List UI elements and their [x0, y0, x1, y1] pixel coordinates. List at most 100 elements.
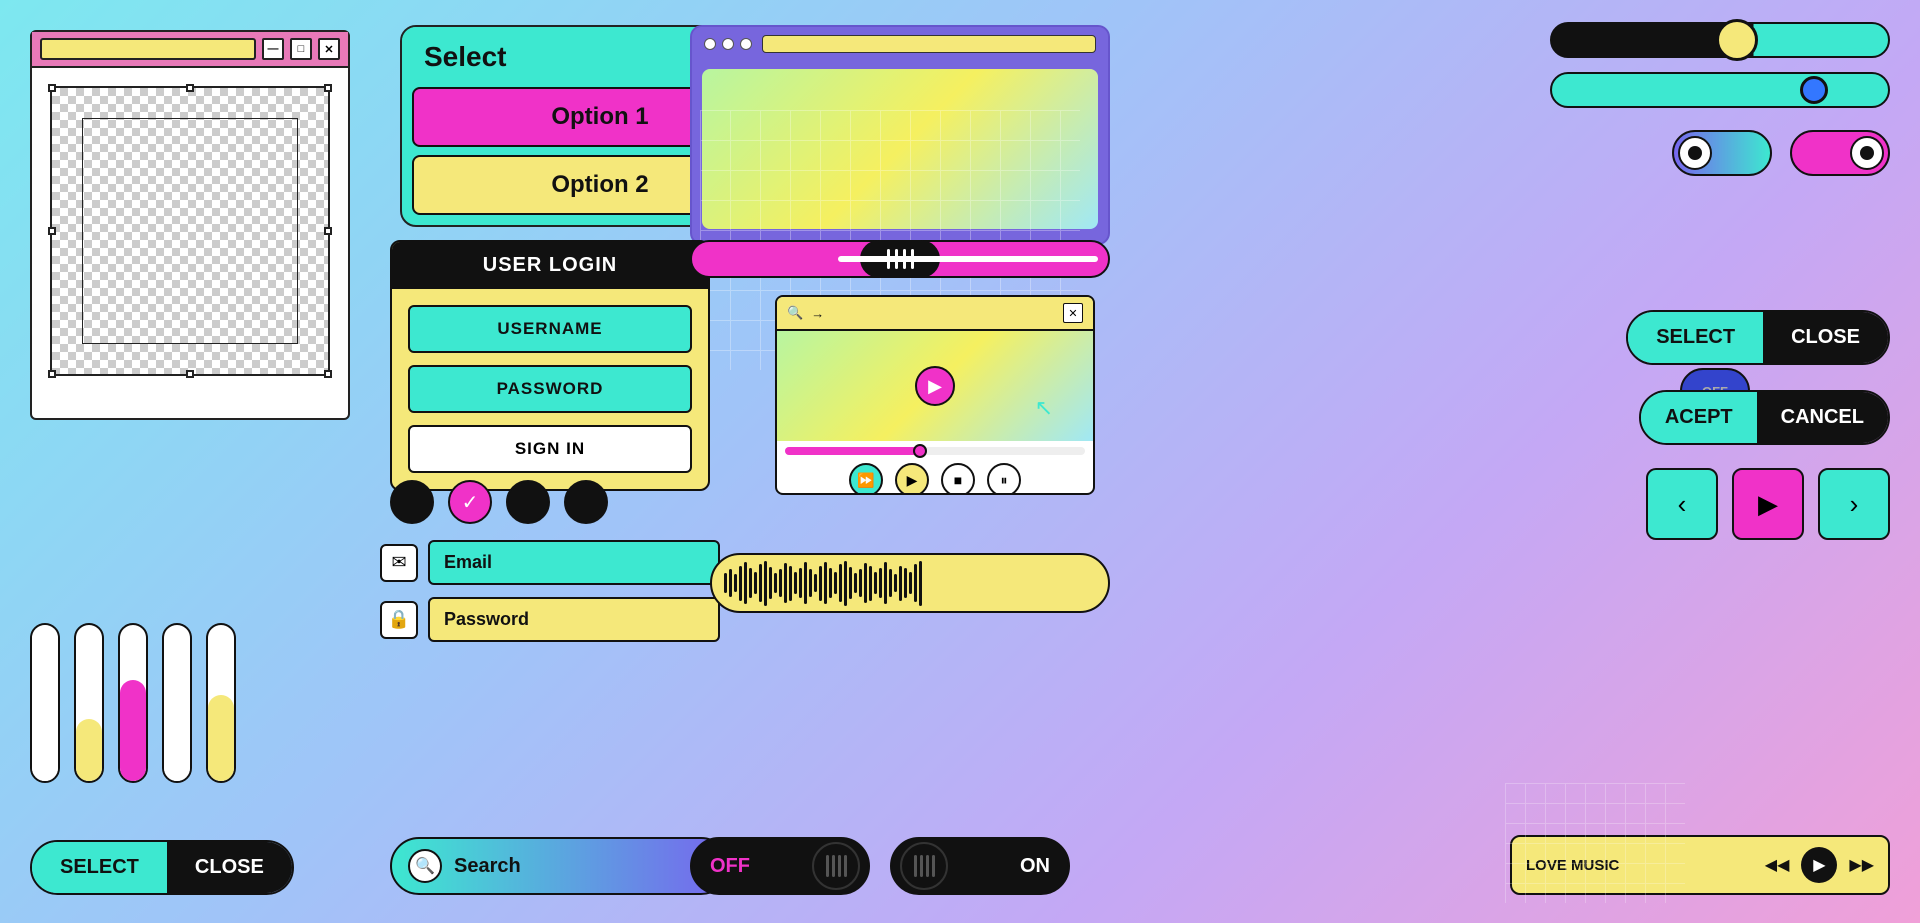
design-window-body [50, 86, 330, 376]
on-switch-label: ON [1020, 855, 1050, 878]
audio-waveform-bar [710, 553, 1110, 613]
handle-tr[interactable] [324, 84, 332, 92]
play-button[interactable]: ▶ [1732, 468, 1804, 540]
browser-urlbar[interactable] [762, 35, 1096, 53]
lock-icon: 🔒 [380, 601, 418, 639]
toggle-on[interactable] [1790, 130, 1890, 176]
tick [1847, 31, 1850, 49]
waveform [724, 561, 1096, 606]
rewind-button[interactable]: ◀◀ [1765, 855, 1790, 875]
on-switch-thumb [900, 842, 948, 890]
username-field[interactable]: USERNAME [408, 305, 692, 353]
toggle-dot [1860, 146, 1874, 160]
cancel-btn[interactable]: CANCEL [1757, 392, 1888, 443]
handle-tl[interactable] [48, 84, 56, 92]
dot-3[interactable] [506, 480, 550, 524]
video-progress-thumb[interactable] [913, 444, 927, 458]
skip-back-button[interactable]: ⏩ [849, 463, 883, 495]
dot-1[interactable] [390, 480, 434, 524]
handle-tc[interactable] [186, 84, 194, 92]
dot-2-active[interactable]: ✓ [448, 480, 492, 524]
tick [1868, 31, 1871, 49]
off-switch[interactable]: OFF [690, 837, 870, 895]
handle-bl[interactable] [48, 370, 56, 378]
toggle-off[interactable] [1672, 130, 1772, 176]
waveform-line [834, 572, 837, 594]
tick [1854, 31, 1857, 49]
slider-thumb-1[interactable] [1716, 19, 1758, 61]
waveform-line [899, 566, 902, 601]
pbar-fill-5 [208, 695, 234, 781]
search-icon-video: 🔍 [787, 305, 803, 321]
waveform-line [744, 562, 747, 604]
select-btn-bottom[interactable]: SELECT [32, 842, 167, 893]
signin-button[interactable]: SIGN IN [408, 425, 692, 473]
toggle-knob-left [1678, 136, 1712, 170]
waveform-line [854, 573, 857, 593]
design-window-title-input [40, 38, 256, 60]
browser-titlebar [692, 27, 1108, 61]
video-progress-bar[interactable] [785, 447, 1085, 455]
prev-button[interactable]: ‹ [1646, 468, 1718, 540]
handle-br[interactable] [324, 370, 332, 378]
waveform-line [814, 574, 817, 592]
waveform-line [849, 567, 852, 599]
video-progress-fill [785, 447, 920, 455]
maximize-button[interactable]: □ [290, 38, 312, 60]
waveform-line [774, 573, 777, 593]
waveform-line [734, 574, 737, 592]
pause-button[interactable]: ⏸ [987, 463, 1021, 495]
waveform-line [724, 573, 727, 593]
waveform-line [874, 572, 877, 594]
video-window: 🔍 → ✕ ▶ ↖ ⏩ ▶ ■ ⏸ [775, 295, 1095, 495]
handle-bc[interactable] [186, 370, 194, 378]
slider-ticks [1840, 31, 1878, 49]
pbar-fill-4 [164, 656, 190, 781]
handle-ml[interactable] [48, 227, 56, 235]
slider-1[interactable] [1550, 22, 1890, 58]
close-button[interactable]: ✕ [318, 38, 340, 60]
email-input[interactable]: Email [428, 540, 720, 585]
select-btn-right[interactable]: SELECT [1628, 312, 1763, 363]
search-icon: 🔍 [408, 849, 442, 883]
tick [1840, 31, 1843, 49]
waveform-line [784, 563, 787, 603]
slider-thumb-2[interactable] [1800, 76, 1828, 104]
media-buttons-area: ‹ ▶ › [1646, 468, 1890, 540]
waveform-line [819, 566, 822, 601]
scrollbar-track[interactable] [690, 240, 1110, 278]
waveform-line [779, 569, 782, 597]
minimize-button[interactable]: — [262, 38, 284, 60]
waveform-line [769, 567, 772, 599]
center-scrollbar [690, 240, 1110, 278]
music-play-button[interactable]: ▶ [1801, 847, 1837, 883]
on-switch[interactable]: ON [890, 837, 1070, 895]
password-input[interactable]: Password [428, 597, 720, 642]
search-bar[interactable]: 🔍 Search [390, 837, 730, 895]
waveform-line [919, 561, 922, 606]
waveform-line [889, 569, 892, 597]
waveform-line [894, 574, 897, 592]
toggle-dot [1688, 146, 1702, 160]
sw-line [920, 855, 923, 877]
selection-box [82, 118, 298, 344]
dot-4[interactable] [564, 480, 608, 524]
waveform-line [759, 564, 762, 602]
video-play-button[interactable]: ▶ [915, 366, 955, 406]
video-titlebar: 🔍 → ✕ [777, 297, 1093, 331]
waveform-line [879, 568, 882, 598]
close-btn-right[interactable]: CLOSE [1763, 312, 1888, 363]
toggle-knob-right [1850, 136, 1884, 170]
stop-button[interactable]: ■ [941, 463, 975, 495]
waveform-line [809, 569, 812, 597]
next-button[interactable]: › [1818, 468, 1890, 540]
handle-mr[interactable] [324, 227, 332, 235]
close-btn-bottom[interactable]: CLOSE [167, 842, 292, 893]
password-field[interactable]: PASSWORD [408, 365, 692, 413]
slider-2[interactable] [1550, 72, 1890, 108]
play-pause-button[interactable]: ▶ [895, 463, 929, 495]
fast-forward-button[interactable]: ▶▶ [1849, 855, 1874, 875]
accept-btn[interactable]: ACEPT [1641, 392, 1757, 443]
video-close-button[interactable]: ✕ [1063, 303, 1083, 323]
sw-line [838, 855, 841, 877]
